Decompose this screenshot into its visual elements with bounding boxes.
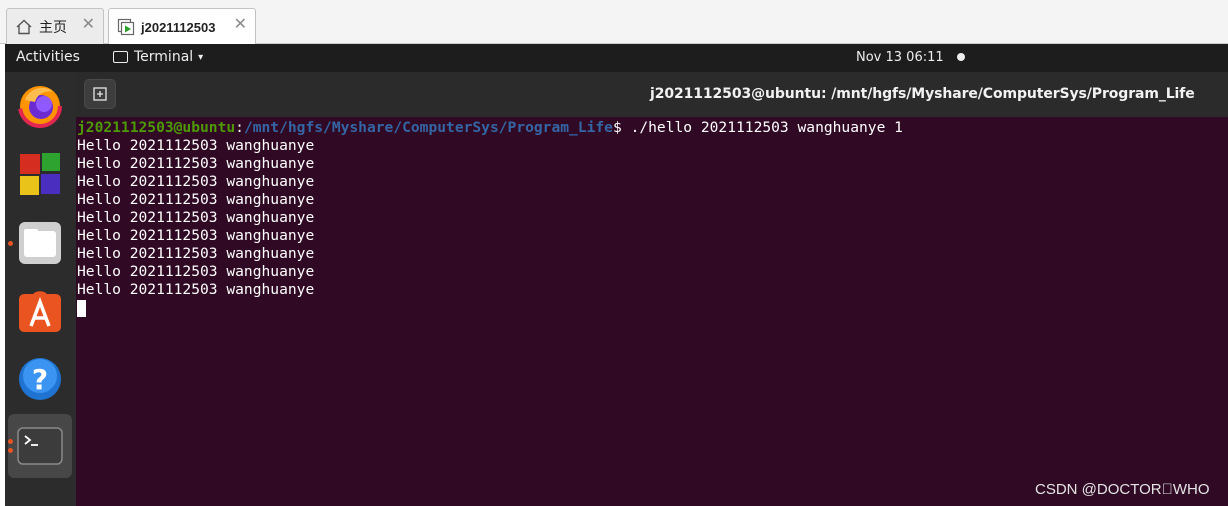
files-icon[interactable] [17, 220, 63, 266]
watermark: CSDN @DOCTOR WHO [1035, 481, 1210, 498]
tab-home[interactable]: 主页 ✕ [6, 8, 104, 44]
output-line: Hello 2021112503 wanghuanye [77, 173, 315, 190]
vm-icon [117, 18, 135, 36]
window-title: j2021112503@ubuntu: /mnt/hgfs/Myshare/Co… [650, 86, 1195, 102]
software-store-icon[interactable] [17, 288, 63, 334]
home-icon [15, 18, 33, 36]
terminal-output[interactable]: j2021112503@ubuntu:/mnt/hgfs/Myshare/Com… [76, 117, 1228, 506]
tab-vm-label: j2021112503 [141, 19, 216, 35]
output-line: Hello 2021112503 wanghuanye [77, 281, 315, 298]
terminal-header-bar: j2021112503@ubuntu: /mnt/hgfs/Myshare/Co… [76, 72, 1228, 117]
vmware-tab-strip: 主页 ✕ j2021112503 ✕ [0, 0, 1228, 45]
activities-button[interactable]: Activities [16, 49, 80, 65]
output-line: Hello 2021112503 wanghuanye [77, 137, 315, 154]
notification-dot-icon [957, 53, 965, 61]
prompt-separator: : [235, 119, 244, 136]
output-line: Hello 2021112503 wanghuanye [77, 245, 315, 262]
tab-home-label: 主页 [39, 18, 67, 35]
close-icon[interactable]: ✕ [82, 17, 95, 33]
prompt-user: j2021112503@ubuntu [77, 119, 236, 136]
command-text: ./hello 2021112503 wanghuanye 1 [630, 119, 903, 136]
output-line: Hello 2021112503 wanghuanye [77, 191, 315, 208]
libreoffice-icon[interactable] [17, 151, 63, 197]
chevron-down-icon: ▾ [198, 51, 204, 63]
output-line: Hello 2021112503 wanghuanye [77, 227, 315, 244]
app-menu-label: Terminal [134, 49, 194, 65]
running-indicator [8, 439, 13, 444]
dock: ? [5, 72, 76, 506]
command-line: j2021112503@ubuntu:/mnt/hgfs/Myshare/Com… [77, 119, 1228, 137]
clock[interactable]: Nov 13 06:11 [856, 50, 944, 65]
running-indicator [8, 448, 13, 453]
output-line: Hello 2021112503 wanghuanye [77, 263, 315, 280]
new-tab-button[interactable] [84, 79, 116, 109]
prompt-path: /mnt/hgfs/Myshare/ComputerSys/Program_Li… [243, 119, 613, 136]
svg-text:?: ? [32, 363, 48, 396]
text-cursor [77, 300, 86, 317]
output-line: Hello 2021112503 wanghuanye [77, 155, 315, 172]
help-icon[interactable]: ? [17, 356, 63, 402]
app-menu-terminal[interactable]: Terminal ▾ [113, 49, 203, 65]
running-indicator [8, 241, 13, 246]
cursor-line [77, 299, 1228, 317]
gnome-top-bar: Activities Terminal ▾ Nov 13 06:11 [5, 44, 1228, 72]
terminal-small-icon [113, 51, 128, 63]
output-line: Hello 2021112503 wanghuanye [77, 209, 315, 226]
close-icon[interactable]: ✕ [234, 17, 247, 33]
new-tab-icon [93, 87, 107, 101]
terminal-icon[interactable] [17, 423, 63, 469]
firefox-icon[interactable] [17, 82, 63, 128]
tab-vm[interactable]: j2021112503 ✕ [108, 8, 256, 45]
prompt-symbol: $ [612, 119, 631, 136]
